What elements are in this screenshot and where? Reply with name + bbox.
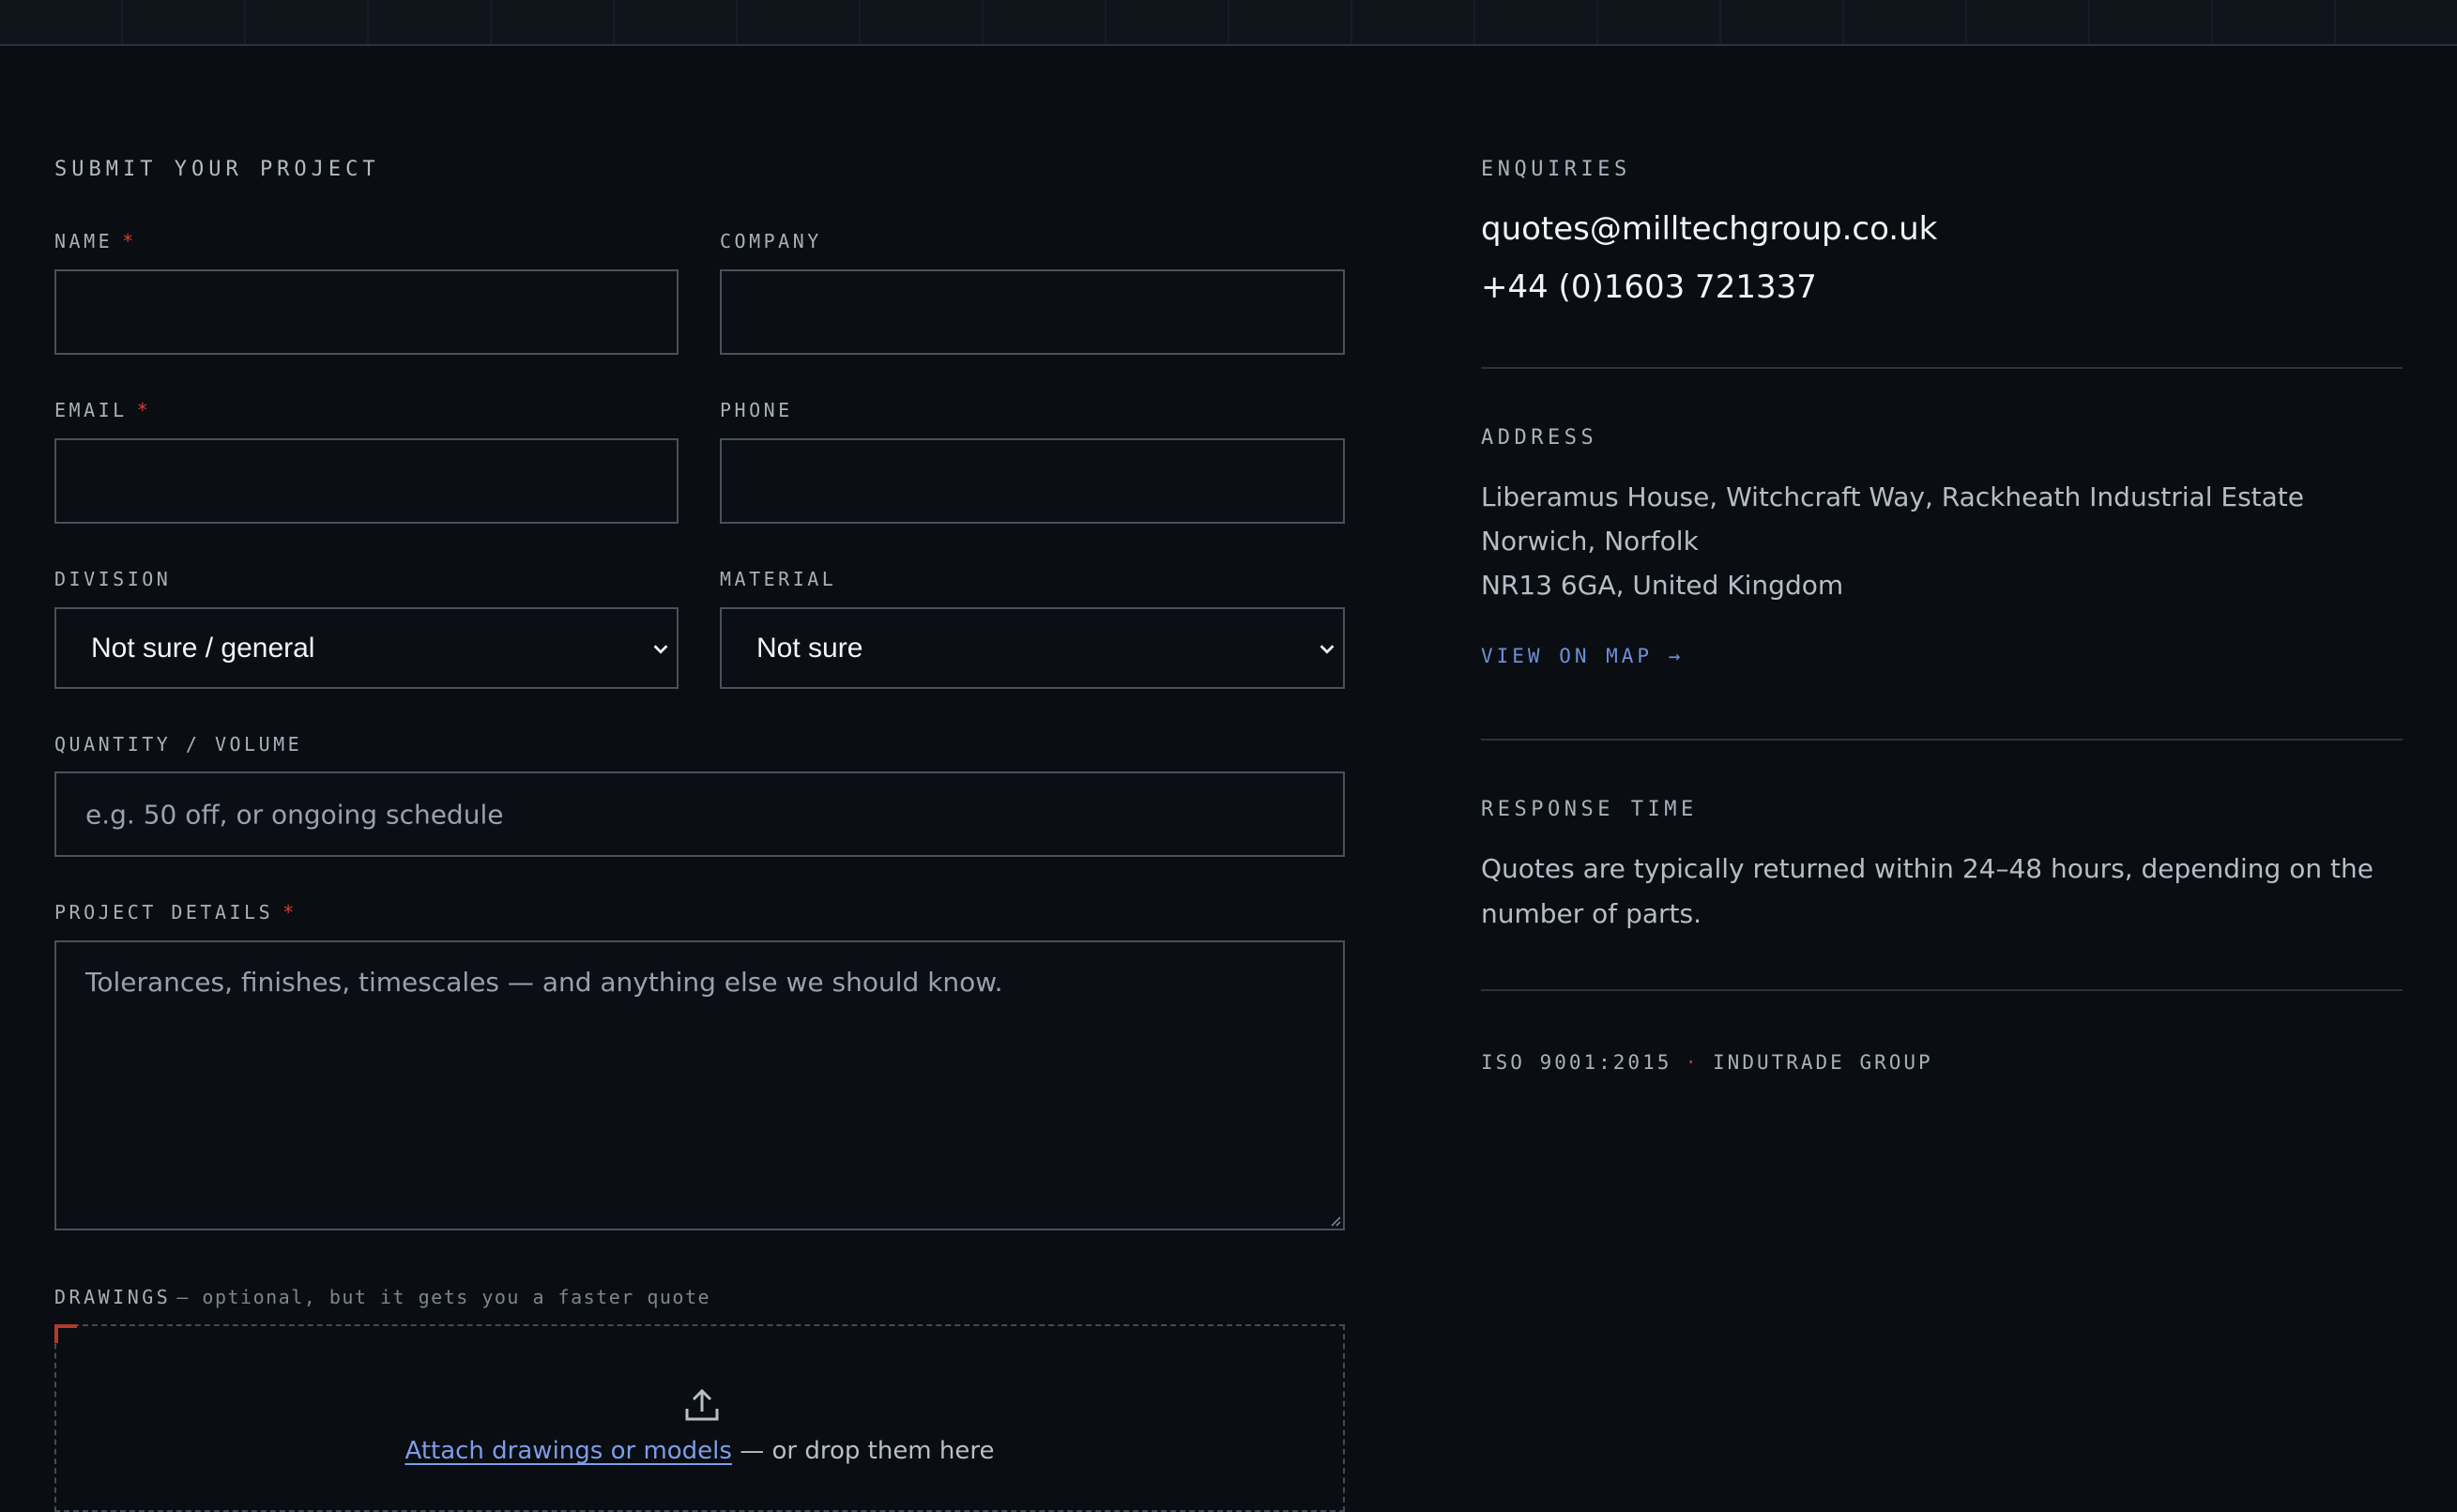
- name-label-text: NAME: [54, 230, 114, 252]
- division-label-text: DIVISION: [54, 568, 172, 590]
- response-time-text: Quotes are typically returned within 24–…: [1481, 853, 2373, 929]
- separator-dot: ·: [1685, 1051, 1701, 1074]
- dropzone-text: Attach drawings or models — or drop them…: [56, 1437, 1343, 1465]
- division-selected-value: Not sure / general: [91, 632, 315, 664]
- upload-icon: [685, 1388, 719, 1421]
- material-label: MATERIAL: [720, 568, 836, 590]
- required-marker: *: [136, 399, 152, 421]
- dropzone-corner-accent: [54, 1324, 77, 1343]
- enquiries-phone-link[interactable]: +44 (0)1603 721337: [1481, 268, 1817, 306]
- response-time-label: RESPONSE TIME: [1481, 798, 1698, 821]
- address-label: ADDRESS: [1481, 426, 1598, 450]
- project-details-textarea[interactable]: Tolerances, finishes, timescales — and a…: [54, 940, 1345, 1230]
- phone-input[interactable]: [720, 438, 1345, 524]
- divider: [1481, 739, 2403, 741]
- quantity-input[interactable]: e.g. 50 off, or ongoing schedule: [54, 771, 1345, 857]
- group-name: INDUTRADE GROUP: [1713, 1051, 1933, 1074]
- view-on-map-link[interactable]: VIEW ON MAP →: [1481, 645, 1684, 667]
- address-line-1: Liberamus House, Witchcraft Way, Rackhea…: [1481, 481, 2305, 512]
- enquiries-email-link[interactable]: quotes@milltechgroup.co.uk: [1481, 210, 1937, 248]
- chevron-down-icon: [1320, 644, 1335, 654]
- required-marker: *: [282, 901, 298, 924]
- drawings-label-text: DRAWINGS: [54, 1286, 172, 1308]
- drawings-label: DRAWINGS — optional, but it gets you a fa…: [54, 1286, 710, 1308]
- details-label-text: PROJECT DETAILS: [54, 901, 274, 924]
- chevron-down-icon: [653, 644, 668, 654]
- material-selected-value: Not sure: [756, 632, 863, 664]
- divider: [1481, 989, 2403, 991]
- dropzone-suffix: — or drop them here: [740, 1437, 995, 1465]
- name-label: NAME *: [54, 230, 137, 252]
- file-dropzone[interactable]: Attach drawings or models — or drop them…: [54, 1324, 1345, 1512]
- division-label: DIVISION: [54, 568, 171, 590]
- quantity-label: QUANTITY / VOLUME: [54, 733, 302, 756]
- name-input[interactable]: [54, 269, 679, 355]
- quantity-placeholder: e.g. 50 off, or ongoing schedule: [85, 799, 504, 830]
- top-bar: [0, 0, 2457, 46]
- required-marker: *: [122, 230, 137, 252]
- resize-handle-icon[interactable]: [1328, 1214, 1341, 1227]
- details-placeholder: Tolerances, finishes, timescales — and a…: [85, 967, 1003, 998]
- divider: [1481, 367, 2403, 369]
- iso-certification: ISO 9001:2015: [1481, 1051, 1672, 1074]
- address-line-2: Norwich, Norfolk: [1481, 526, 1699, 557]
- email-label-text: EMAIL: [54, 399, 128, 421]
- phone-label-text: PHONE: [720, 399, 793, 421]
- email-label: EMAIL *: [54, 399, 151, 421]
- material-select[interactable]: Not sure: [720, 607, 1345, 689]
- attach-drawings-link[interactable]: Attach drawings or models: [404, 1437, 731, 1465]
- company-input[interactable]: [720, 269, 1345, 355]
- company-label: COMPANY: [720, 230, 822, 252]
- material-label-text: MATERIAL: [720, 568, 837, 590]
- phone-label: PHONE: [720, 399, 793, 421]
- details-label: PROJECT DETAILS *: [54, 901, 298, 924]
- company-label-text: COMPANY: [720, 230, 822, 252]
- certifications: ISO 9001:2015 · INDUTRADE GROUP: [1481, 1051, 1933, 1074]
- email-input[interactable]: [54, 438, 679, 524]
- address-line-3: NR13 6GA, United Kingdom: [1481, 570, 1844, 601]
- enquiries-label: ENQUIRIES: [1481, 158, 1631, 181]
- division-select[interactable]: Not sure / general: [54, 607, 679, 689]
- drawings-note: — optional, but it gets you a faster quo…: [176, 1286, 711, 1308]
- form-title: SUBMIT YOUR PROJECT: [54, 158, 380, 181]
- quantity-label-text: QUANTITY / VOLUME: [54, 733, 303, 756]
